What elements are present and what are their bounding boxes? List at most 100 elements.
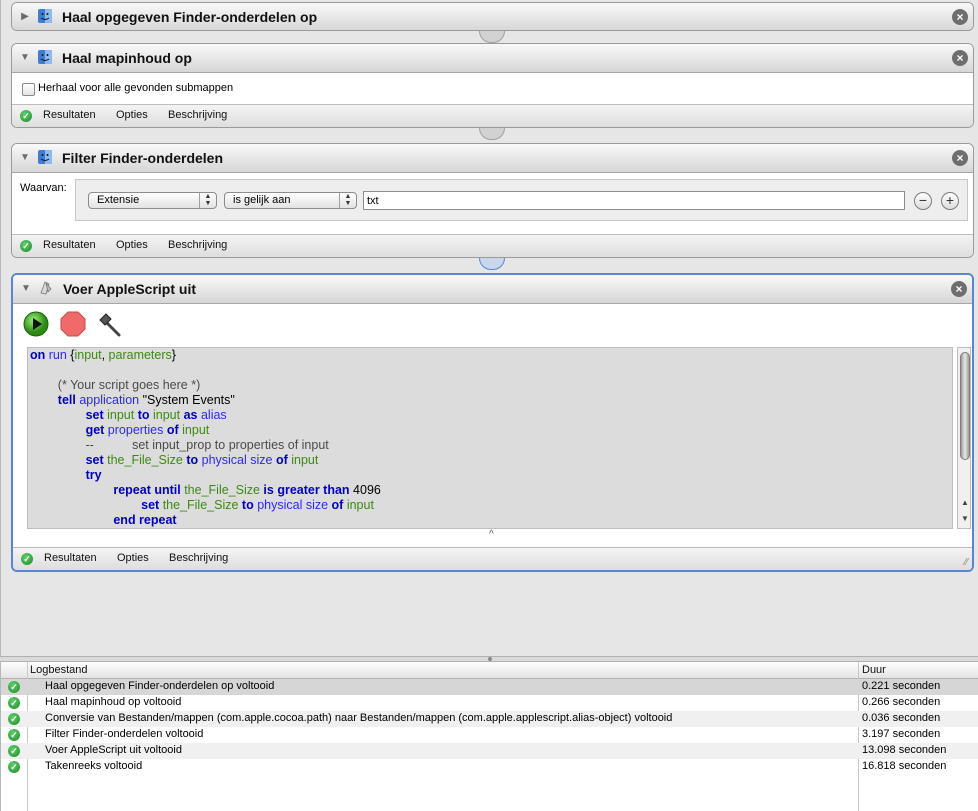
close-icon[interactable]: ×: [952, 9, 968, 25]
script-token: input: [74, 348, 102, 362]
script-line: tell application "System Events": [28, 393, 952, 408]
script-token: parameters: [108, 348, 172, 362]
script-token: repeat until: [113, 483, 181, 497]
action-get-finder-items[interactable]: ▶ Haal opgegeven Finder-onderdelen op ×: [11, 2, 974, 31]
log-row[interactable]: ✓ Takenreeks voltooid 16.818 seconden: [1, 759, 978, 775]
script-token: input: [287, 453, 319, 467]
results-tab[interactable]: Resultaten: [43, 109, 96, 121]
log-duration: 13.098 seconden: [862, 744, 947, 756]
log-table: Logbestand Duur ✓ Haal opgegeven Finder-o…: [0, 662, 978, 811]
script-token: end repeat: [113, 513, 177, 527]
script-line: repeat until the_File_Size is greater th…: [28, 483, 952, 498]
action-connector: [479, 128, 505, 140]
script-token: [30, 513, 113, 527]
script-token: input: [103, 408, 138, 422]
where-label: Waarvan:: [20, 182, 67, 194]
operator-select-value: is gelijk aan: [233, 194, 291, 206]
checkmark-icon: ✓: [8, 761, 20, 773]
script-editor[interactable]: on run {input, parameters} (* Your scrip…: [27, 347, 953, 529]
script-token: [30, 468, 86, 482]
script-token: [30, 393, 58, 407]
script-token: physical size: [198, 453, 276, 467]
description-tab[interactable]: Beschrijving: [169, 552, 228, 564]
results-tab[interactable]: Resultaten: [44, 552, 97, 564]
action-title: Haal mapinhoud op: [62, 50, 192, 66]
disclosure-triangle-icon[interactable]: ▼: [19, 152, 31, 164]
description-tab[interactable]: Beschrijving: [168, 239, 227, 251]
action-get-folder-contents[interactable]: ▼ Haal mapinhoud op × Herhaal voor alle …: [11, 43, 974, 128]
script-token: set: [85, 408, 104, 422]
action-filter-finder-items[interactable]: ▼ Filter Finder-onderdelen × Waarvan: Ex…: [11, 143, 974, 258]
log-duration: 0.266 seconden: [862, 696, 941, 708]
script-token: [30, 498, 141, 512]
close-icon[interactable]: ×: [951, 281, 967, 297]
script-token: input: [343, 498, 374, 512]
stop-icon[interactable]: [60, 311, 86, 337]
script-token: input: [178, 423, 210, 437]
log-row[interactable]: ✓ Filter Finder-onderdelen voltooid 3.197 …: [1, 727, 978, 743]
close-icon[interactable]: ×: [952, 150, 968, 166]
log-message: Takenreeks voltooid: [45, 760, 143, 772]
repeat-subfolders-checkbox[interactable]: [22, 83, 35, 96]
column-header-log[interactable]: Logbestand: [30, 664, 88, 676]
action-title: Filter Finder-onderdelen: [62, 150, 224, 166]
action-run-applescript[interactable]: ▼ Voer AppleScript uit × on run {input, …: [11, 273, 974, 572]
log-row[interactable]: ✓ Conversie van Bestanden/mappen (com.app…: [1, 711, 978, 727]
finder-icon: [38, 9, 52, 23]
script-token: as: [183, 408, 198, 422]
workflow-area: ▶ Haal opgegeven Finder-onderdelen op × …: [0, 0, 978, 656]
close-icon[interactable]: ×: [952, 50, 968, 66]
script-token: [30, 453, 86, 467]
options-tab[interactable]: Opties: [116, 239, 148, 251]
checkmark-icon: ✓: [8, 729, 20, 741]
options-tab[interactable]: Opties: [117, 552, 149, 564]
script-token: [30, 378, 58, 392]
action-header: ▼ Haal mapinhoud op ×: [12, 44, 973, 73]
log-message: Haal opgegeven Finder-onderdelen op volt…: [45, 680, 275, 692]
log-message: Haal mapinhoud op voltooid: [45, 696, 182, 708]
disclosure-triangle-icon[interactable]: ▼: [19, 52, 31, 64]
column-header-duration[interactable]: Duur: [862, 664, 886, 676]
disclosure-triangle-icon[interactable]: ▶: [19, 11, 31, 23]
script-line: -- set input_prop to properties of input: [28, 438, 952, 453]
script-line: end repeat: [28, 513, 952, 528]
resize-grip-icon[interactable]: ⁄⁄: [965, 557, 968, 568]
log-duration: 16.818 seconden: [862, 760, 947, 772]
options-tab[interactable]: Opties: [116, 109, 148, 121]
property-select[interactable]: Extensie ▲ ▼: [88, 192, 217, 209]
script-token: to: [137, 408, 150, 422]
checkmark-icon: ✓: [8, 697, 20, 709]
script-line: set input to input as alias: [28, 408, 952, 423]
log-duration: 3.197 seconden: [862, 728, 941, 740]
remove-criterion-button[interactable]: −: [914, 192, 932, 210]
script-token: properties: [104, 423, 167, 437]
run-icon[interactable]: [23, 311, 49, 337]
scroll-up-icon[interactable]: ▲: [961, 498, 969, 507]
log-message: Filter Finder-onderdelen voltooid: [45, 728, 204, 740]
scroll-down-icon[interactable]: ▼: [961, 514, 969, 523]
log-row[interactable]: ✓ Haal opgegeven Finder-onderdelen op vol…: [1, 679, 978, 695]
script-token: set: [141, 498, 160, 512]
script-token: run: [45, 348, 71, 362]
description-tab[interactable]: Beschrijving: [168, 109, 227, 121]
script-token: the_File_Size: [159, 498, 242, 512]
script-token: on: [30, 348, 46, 362]
log-row[interactable]: ✓ Voer AppleScript uit voltooid 13.098 sec…: [1, 743, 978, 759]
filter-value-input[interactable]: [363, 191, 905, 210]
scrollbar-thumb[interactable]: [960, 352, 970, 460]
script-scrollbar[interactable]: ▲ ▼: [957, 347, 971, 529]
script-token: [30, 423, 86, 437]
hammer-icon[interactable]: [97, 311, 123, 337]
results-tab[interactable]: Resultaten: [43, 239, 96, 251]
log-row[interactable]: ✓ Haal mapinhoud op voltooid 0.266 seconde…: [1, 695, 978, 711]
checkmark-icon: ✓: [20, 110, 32, 122]
script-token: -- set input_prop to properties of input: [85, 438, 329, 452]
action-connector: [479, 31, 505, 43]
checkmark-icon: ✓: [21, 553, 33, 565]
resize-handle-icon[interactable]: ^: [489, 529, 494, 540]
operator-select[interactable]: is gelijk aan ▲ ▼: [224, 192, 357, 209]
add-criterion-button[interactable]: +: [941, 192, 959, 210]
script-token: 4096: [349, 483, 381, 497]
disclosure-triangle-icon[interactable]: ▼: [20, 283, 32, 295]
script-token: input: [149, 408, 184, 422]
